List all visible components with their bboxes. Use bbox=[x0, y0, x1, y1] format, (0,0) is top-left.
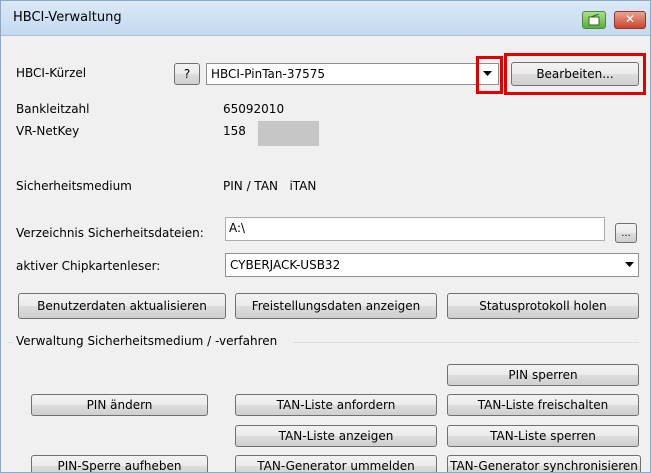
tan-list-unlock-button[interactable]: TAN-Liste freischalten bbox=[447, 394, 639, 416]
group-title: Verwaltung Sicherheitsmedium / -verfahre… bbox=[16, 334, 278, 348]
tan-list-lock-button[interactable]: TAN-Liste sperren bbox=[447, 425, 639, 447]
blz-value: 65092010 bbox=[223, 102, 285, 116]
netkey-label: VR-NetKey bbox=[16, 124, 80, 138]
hbci-window: HBCI-Verwaltung ✕ HBCI-Kürzel ? HBCI-Pin… bbox=[0, 0, 651, 473]
highlight-dropdown-arrow bbox=[476, 56, 503, 94]
tan-generator-sync-button[interactable]: TAN-Generator synchronisieren bbox=[447, 455, 641, 472]
restore-button[interactable] bbox=[582, 11, 606, 29]
redacted-area bbox=[258, 121, 319, 146]
dir-input[interactable]: A:\ bbox=[225, 217, 605, 241]
tan-list-request-button[interactable]: TAN-Liste anfordern bbox=[235, 394, 437, 416]
update-user-data-button[interactable]: Benutzerdaten aktualisieren bbox=[18, 293, 226, 319]
kuerzel-dropdown[interactable]: HBCI-PinTan-37575 bbox=[206, 63, 499, 85]
dir-label: Verzeichnis Sicherheitsdateien: bbox=[16, 226, 204, 240]
help-button[interactable]: ? bbox=[174, 63, 200, 85]
tan-list-show-button[interactable]: TAN-Liste anzeigen bbox=[235, 425, 437, 447]
pin-lock-button[interactable]: PIN sperren bbox=[447, 364, 639, 386]
netkey-value: 158 bbox=[223, 124, 246, 138]
chevron-down-icon[interactable] bbox=[620, 254, 638, 276]
dir-value: A:\ bbox=[229, 221, 246, 235]
show-exemption-data-button[interactable]: Freistellungsdaten anzeigen bbox=[235, 293, 437, 319]
reader-value: CYBERJACK-USB32 bbox=[230, 258, 341, 272]
kuerzel-value: HBCI-PinTan-37575 bbox=[211, 67, 326, 81]
group-divider bbox=[293, 342, 639, 343]
title-bar[interactable]: HBCI-Verwaltung ✕ bbox=[1, 1, 650, 36]
fetch-status-log-button[interactable]: Statusprotokoll holen bbox=[447, 293, 639, 319]
blz-label: Bankleitzahl bbox=[16, 102, 90, 116]
restore-window-icon bbox=[588, 14, 600, 26]
window-title: HBCI-Verwaltung bbox=[13, 10, 122, 25]
close-icon: ✕ bbox=[624, 12, 636, 26]
medium-value: PIN / TAN iTAN bbox=[223, 179, 317, 193]
kuerzel-label: HBCI-Kürzel bbox=[16, 66, 87, 80]
browse-button[interactable]: ... bbox=[615, 223, 637, 243]
medium-label: Sicherheitsmedium bbox=[16, 179, 132, 193]
pin-change-button[interactable]: PIN ändern bbox=[31, 394, 208, 416]
reader-dropdown[interactable]: CYBERJACK-USB32 bbox=[225, 253, 639, 277]
highlight-edit-button bbox=[504, 53, 646, 95]
pin-unblock-button[interactable]: PIN-Sperre aufheben bbox=[31, 455, 208, 472]
group-divider-left bbox=[7, 342, 13, 343]
reader-label: aktiver Chipkartenleser: bbox=[16, 259, 161, 273]
close-button[interactable]: ✕ bbox=[614, 11, 646, 29]
tan-generator-deregister-button[interactable]: TAN-Generator ummelden bbox=[235, 455, 437, 472]
